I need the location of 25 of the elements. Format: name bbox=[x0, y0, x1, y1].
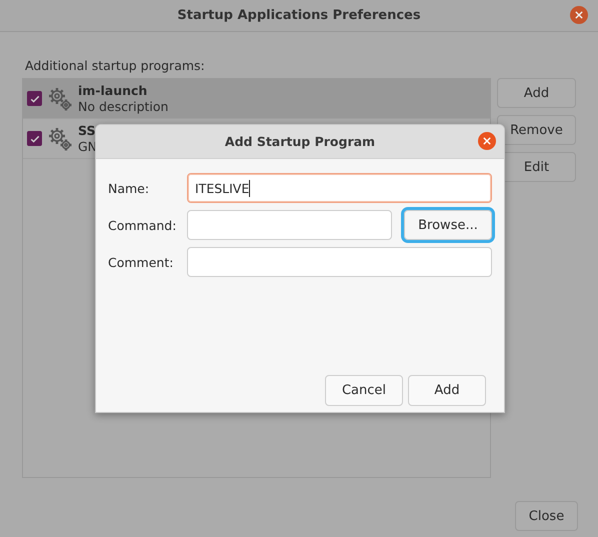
browse-button[interactable]: Browse... bbox=[404, 210, 492, 240]
checkbox[interactable] bbox=[27, 131, 42, 146]
dialog-button[interactable]: Cancel bbox=[325, 375, 403, 406]
close-button[interactable]: Close bbox=[515, 501, 578, 531]
close-icon[interactable] bbox=[478, 132, 496, 150]
gears-icon bbox=[47, 126, 73, 152]
input-field[interactable]: ITESLIVE bbox=[187, 173, 492, 203]
program-row[interactable]: im-launch No description bbox=[23, 79, 490, 119]
gears-icon bbox=[47, 86, 73, 112]
field-label: Command: bbox=[108, 218, 176, 232]
field-label: Name: bbox=[108, 180, 150, 196]
program-name: SS bbox=[78, 122, 96, 138]
field-label: Comment: bbox=[108, 254, 174, 270]
dialog-button[interactable]: Add bbox=[408, 375, 486, 406]
close-icon[interactable] bbox=[570, 6, 588, 24]
side-button[interactable]: Add bbox=[497, 78, 576, 108]
input-field[interactable] bbox=[187, 247, 492, 277]
program-name: im-launch bbox=[78, 82, 148, 98]
side-button[interactable]: Remove bbox=[497, 115, 576, 145]
program-description: No description bbox=[78, 98, 168, 114]
list-label: Additional startup programs: bbox=[25, 58, 206, 73]
checkbox[interactable] bbox=[27, 91, 42, 106]
window-title: Startup Applications Preferences bbox=[177, 8, 421, 23]
dialog-title: Add Startup Program bbox=[224, 134, 376, 149]
input-field[interactable] bbox=[187, 210, 392, 240]
